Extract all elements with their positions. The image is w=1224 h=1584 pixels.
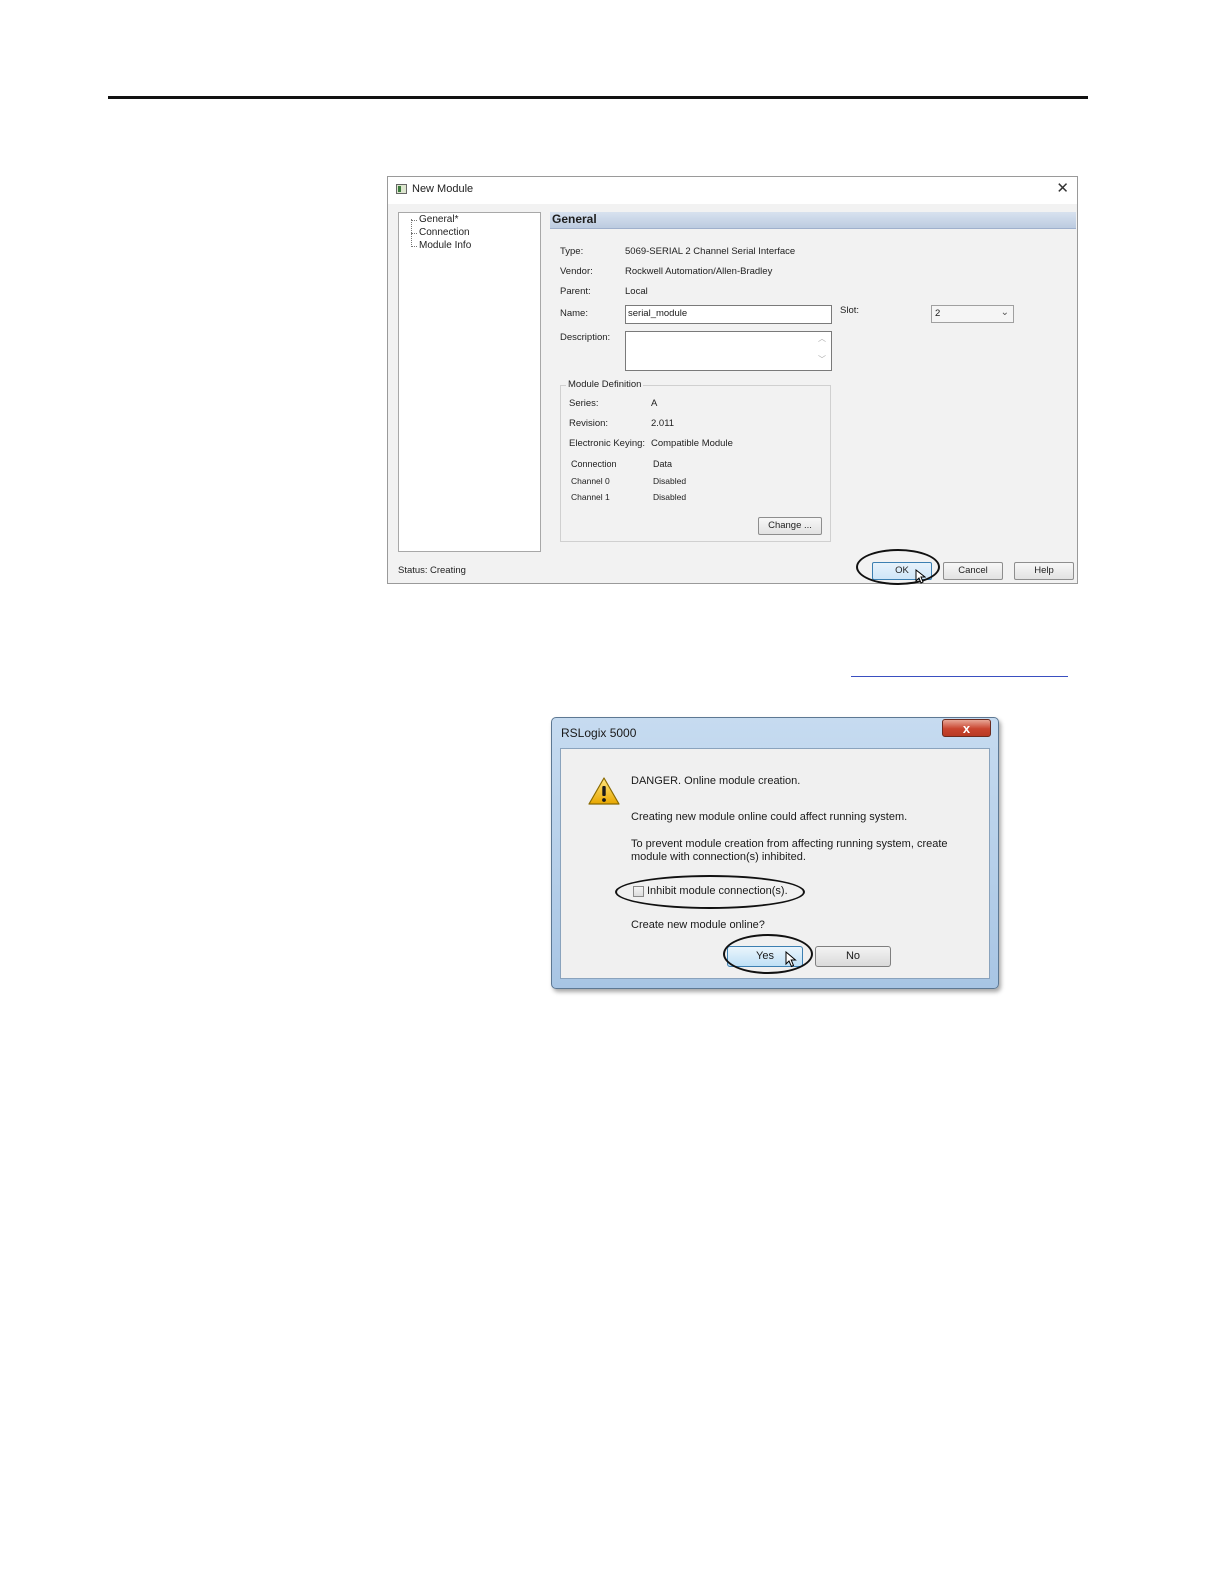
vendor-label: Vendor: [560,266,593,277]
channel0-label: Channel 0 [571,476,610,486]
channel1-label: Channel 1 [571,492,610,502]
keying-label: Electronic Keying: [569,438,646,449]
name-input[interactable]: serial_module [625,305,832,324]
section-title: General [552,212,597,226]
close-icon[interactable]: ✕ [1056,179,1069,197]
series-label: Series: [569,398,599,409]
connection-value: Data [653,459,673,469]
advice-text-1: To prevent module creation from affectin… [631,838,948,850]
scroll-down-icon[interactable]: ﹀ [818,354,826,365]
channel1-value: Disabled [653,492,687,502]
tree-item-connection[interactable]: Connection [411,227,470,238]
dialog-title: New Module [412,183,474,195]
section-header: General [550,212,1076,229]
module-definition-legend: Module Definition [566,379,644,390]
cancel-button[interactable]: Cancel [943,562,1003,580]
new-module-dialog: New Module ✕ General* Connection Module … [387,176,1078,585]
mouse-cursor-icon [785,951,797,968]
yes-highlight-ellipse [723,934,813,974]
slot-value: 2 [935,308,941,319]
question-text: Create new module online? [631,919,765,931]
type-value: 5069-SERIAL 2 Channel Serial Interface [625,246,796,257]
page-header-rule [108,96,1088,99]
connection-label: Connection [571,459,617,469]
help-button[interactable]: Help [1014,562,1074,580]
tree-item-module-info[interactable]: Module Info [410,240,471,251]
status-label: Status: [398,565,428,576]
warning-text: Creating new module online could affect … [631,811,908,823]
title-bar: New Module ✕ [388,177,1077,204]
parent-value: Local [625,286,648,297]
dialog-title: RSLogix 5000 [561,726,637,740]
advice-text-2: module with connection(s) inhibited. [631,851,806,863]
mouse-cursor-icon [915,569,926,584]
tree-item-general[interactable]: General* [410,214,458,225]
no-button[interactable]: No [815,946,891,967]
dialog-body: DANGER. Online module creation. Creating… [560,748,990,979]
category-tree: General* Connection Module Info [398,212,541,552]
revision-label: Revision: [569,418,609,429]
series-value: A [651,398,658,409]
warning-icon [588,777,620,805]
dropdown-chevron-icon: ⌄ [1000,307,1009,318]
parent-label: Parent: [560,286,591,297]
danger-text: DANGER. Online module creation. [631,775,801,787]
slot-label: Slot: [840,305,860,316]
link-underline[interactable] [851,676,1068,677]
description-input[interactable] [625,331,832,371]
ok-highlight-ellipse [856,549,940,585]
checkbox-highlight-ellipse [615,875,805,909]
change-button[interactable]: Change ... [758,517,822,535]
app-icon [396,184,407,194]
description-label: Description: [560,332,611,343]
name-label: Name: [560,308,588,319]
type-label: Type: [560,246,584,257]
module-definition-group: Module Definition Series: A Revision: 2.… [560,379,831,542]
rslogix-dialog: RSLogix 5000 x DANGER. Online module cre… [551,717,999,989]
slot-select[interactable]: 2 ⌄ [931,305,1014,323]
close-icon[interactable]: x [942,719,991,737]
keying-value: Compatible Module [651,438,733,449]
scroll-up-icon[interactable]: ︿ [818,333,826,344]
channel0-value: Disabled [653,476,687,486]
status-value: Creating [430,565,466,576]
revision-value: 2.011 [651,418,675,429]
vendor-value: Rockwell Automation/Allen-Bradley [625,266,773,277]
